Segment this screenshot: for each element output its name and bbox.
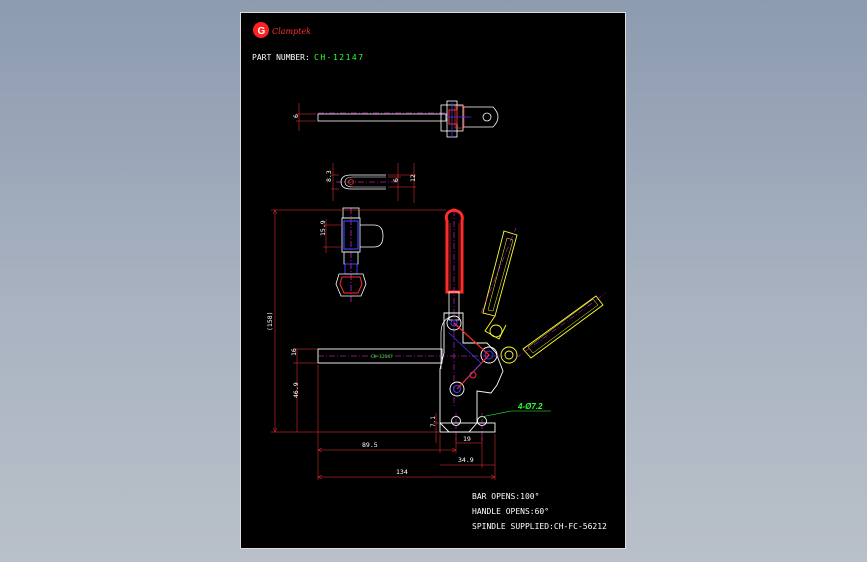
spec-handle-opens: HANDLE OPENS:60° (472, 507, 549, 516)
spec-bar-opens: BAR OPENS:100° (472, 492, 539, 501)
logo: G Clamptek (253, 22, 311, 38)
dim-bar-width: 16 (290, 348, 298, 356)
spindle-detail: 15.9 (319, 207, 384, 303)
dim-base-length: 34.9 (458, 456, 474, 464)
dim-bolt-outer: 12 (409, 174, 417, 182)
dim-hole-spacing: 19 (463, 435, 471, 443)
drawing-sheet: G Clamptek PART NUMBER: CH-12147 6 8.3 6… (240, 12, 626, 549)
bolt-detail: 8.3 6 12 (325, 163, 417, 203)
dim-bolt-inner: 6 (392, 178, 400, 182)
dim-bolt-left: 8.3 (325, 170, 333, 182)
clamp-side-view: CH-12147 (317, 208, 607, 443)
logo-brand: Clamptek (272, 27, 311, 36)
open-position (482, 230, 604, 364)
holes-callout: 4-Ø7.2 (517, 402, 543, 411)
part-number-label: PART NUMBER: (252, 53, 310, 62)
dim-overall-height: (158) (266, 311, 274, 331)
spec-spindle: SPINDLE SUPPLIED:CH-FC-56212 (472, 522, 607, 531)
dim-top-thickness: 6 (292, 114, 300, 118)
logo-letter: G (258, 26, 266, 37)
dim-base-thickness: 7.1 (430, 416, 437, 427)
top-view: 6 (292, 100, 499, 138)
part-number-value: CH-12147 (314, 53, 365, 62)
cad-drawing: G Clamptek PART NUMBER: CH-12147 6 8.3 6… (252, 22, 607, 531)
dim-bar-height: 46.9 (292, 382, 300, 398)
dim-spindle: 15.9 (319, 220, 327, 236)
dim-overall-length: 134 (396, 468, 408, 476)
dim-reach: 89.5 (362, 441, 378, 449)
bar-label: CH-12147 (371, 354, 393, 360)
